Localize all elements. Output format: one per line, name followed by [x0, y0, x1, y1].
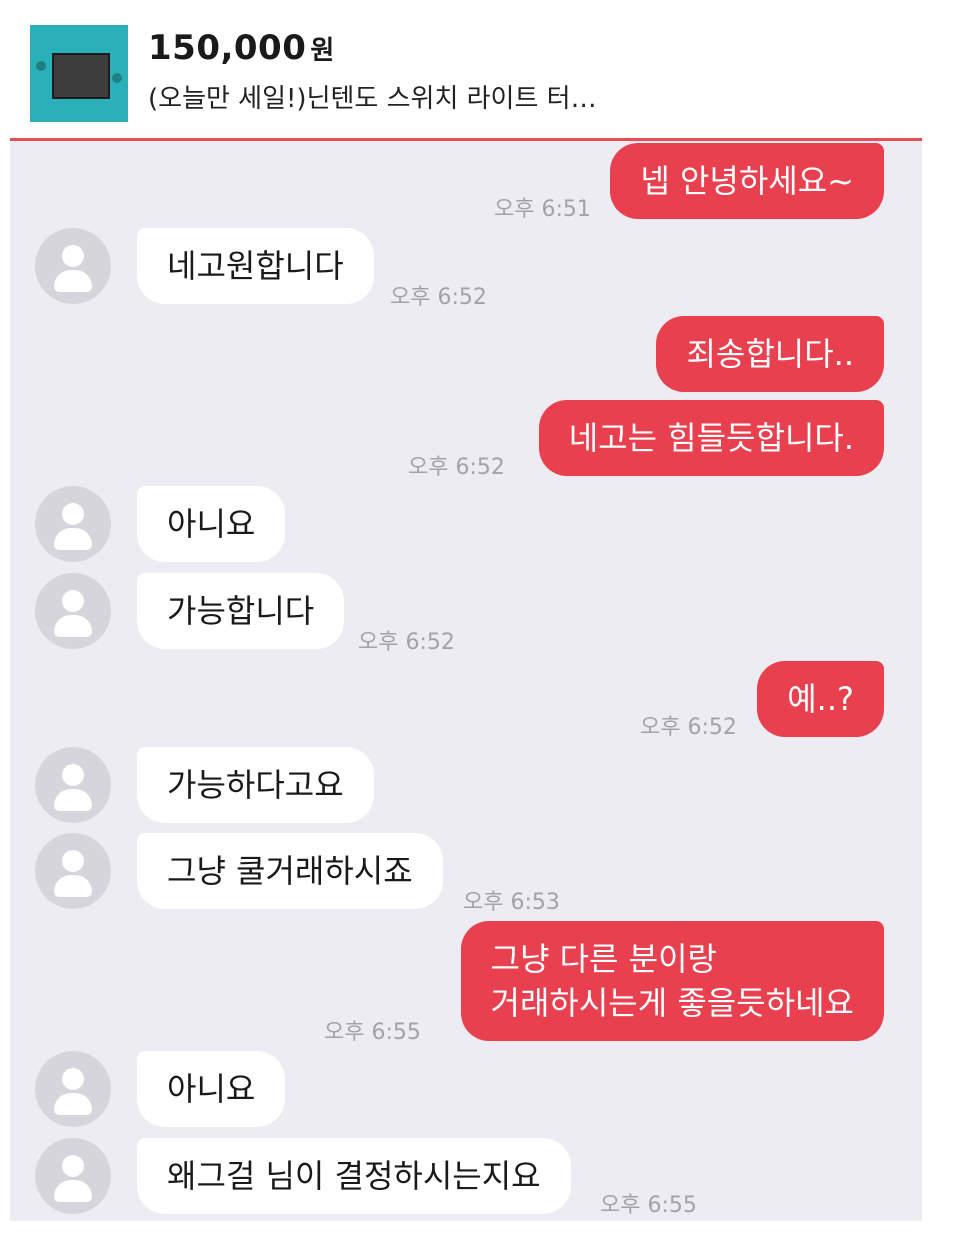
message-text-line: 거래하시는게 좋을듯하네요 — [490, 984, 854, 1022]
console-screen-icon — [52, 53, 110, 99]
message-text: 아니요 — [167, 1070, 256, 1108]
message-text: 왜그걸 님이 결정하시는지요 — [167, 1157, 541, 1195]
user-avatar-icon[interactable] — [35, 1138, 111, 1214]
message-text: 그냥 쿨거래하시죠 — [167, 852, 413, 890]
listing-price: 150,000 원 — [148, 28, 335, 68]
message-text: 가능합니다 — [167, 592, 315, 630]
message-text: 네고원합니다 — [167, 247, 344, 285]
message-text: 넵 안녕하세요~ — [640, 162, 854, 200]
message-bubble-sent: 네고는 힘들듯합니다. — [538, 400, 884, 476]
message-timestamp: 오후 6:55 — [600, 1193, 697, 1218]
user-avatar-icon[interactable] — [35, 1051, 111, 1127]
message-bubble-sent: 죄송합니다.. — [656, 316, 884, 392]
message-timestamp: 오후 6:52 — [390, 285, 487, 310]
message-bubble-received: 그냥 쿨거래하시죠 — [137, 833, 443, 909]
message-bubble-received: 아니요 — [137, 1051, 286, 1127]
message-bubble-received: 가능합니다 — [137, 573, 345, 649]
chat-thread[interactable]: 넵 안녕하세요~ 오후 6:51 네고원합니다 오후 6:52 죄송합니다.. … — [10, 138, 922, 1221]
right-stick-icon — [112, 73, 122, 83]
message-timestamp: 오후 6:53 — [463, 890, 560, 915]
message-bubble-received: 왜그걸 님이 결정하시는지요 — [137, 1138, 571, 1214]
message-text: 예..? — [787, 680, 854, 718]
message-timestamp: 오후 6:52 — [358, 630, 455, 655]
user-avatar-icon[interactable] — [35, 747, 111, 823]
user-avatar-icon[interactable] — [35, 573, 111, 649]
message-text-line: 그냥 다른 분이랑 — [490, 940, 717, 978]
message-timestamp: 오후 6:55 — [324, 1020, 421, 1045]
price-value: 150,000 — [148, 28, 307, 68]
message-text: 네고는 힘들듯합니다. — [568, 419, 854, 457]
price-currency: 원 — [310, 36, 335, 66]
message-text: 아니요 — [167, 505, 256, 543]
user-avatar-icon[interactable] — [35, 228, 111, 304]
message-bubble-sent: 예..? — [757, 661, 884, 737]
user-avatar-icon[interactable] — [35, 486, 111, 562]
message-timestamp: 오후 6:51 — [494, 197, 591, 222]
message-text: 가능하다고요 — [167, 766, 344, 804]
message-bubble-received: 아니요 — [137, 486, 286, 562]
message-bubble-received: 네고원합니다 — [137, 228, 374, 304]
listing-header[interactable]: 150,000 원 (오늘만 세일!)닌텐도 스위치 라이트 터… — [0, 0, 979, 138]
message-text: 죄송합니다.. — [686, 335, 854, 373]
message-timestamp: 오후 6:52 — [408, 455, 505, 480]
message-bubble-sent: 그냥 다른 분이랑 거래하시는게 좋을듯하네요 — [460, 921, 884, 1041]
message-bubble-sent: 넵 안녕하세요~ — [610, 143, 884, 219]
message-bubble-received: 가능하다고요 — [137, 747, 374, 823]
left-stick-icon — [36, 61, 46, 71]
nintendo-switch-lite-thumbnail[interactable] — [30, 25, 128, 122]
message-timestamp: 오후 6:52 — [640, 715, 737, 740]
user-avatar-icon[interactable] — [35, 833, 111, 909]
listing-title[interactable]: (오늘만 세일!)닌텐도 스위치 라이트 터… — [148, 78, 708, 115]
